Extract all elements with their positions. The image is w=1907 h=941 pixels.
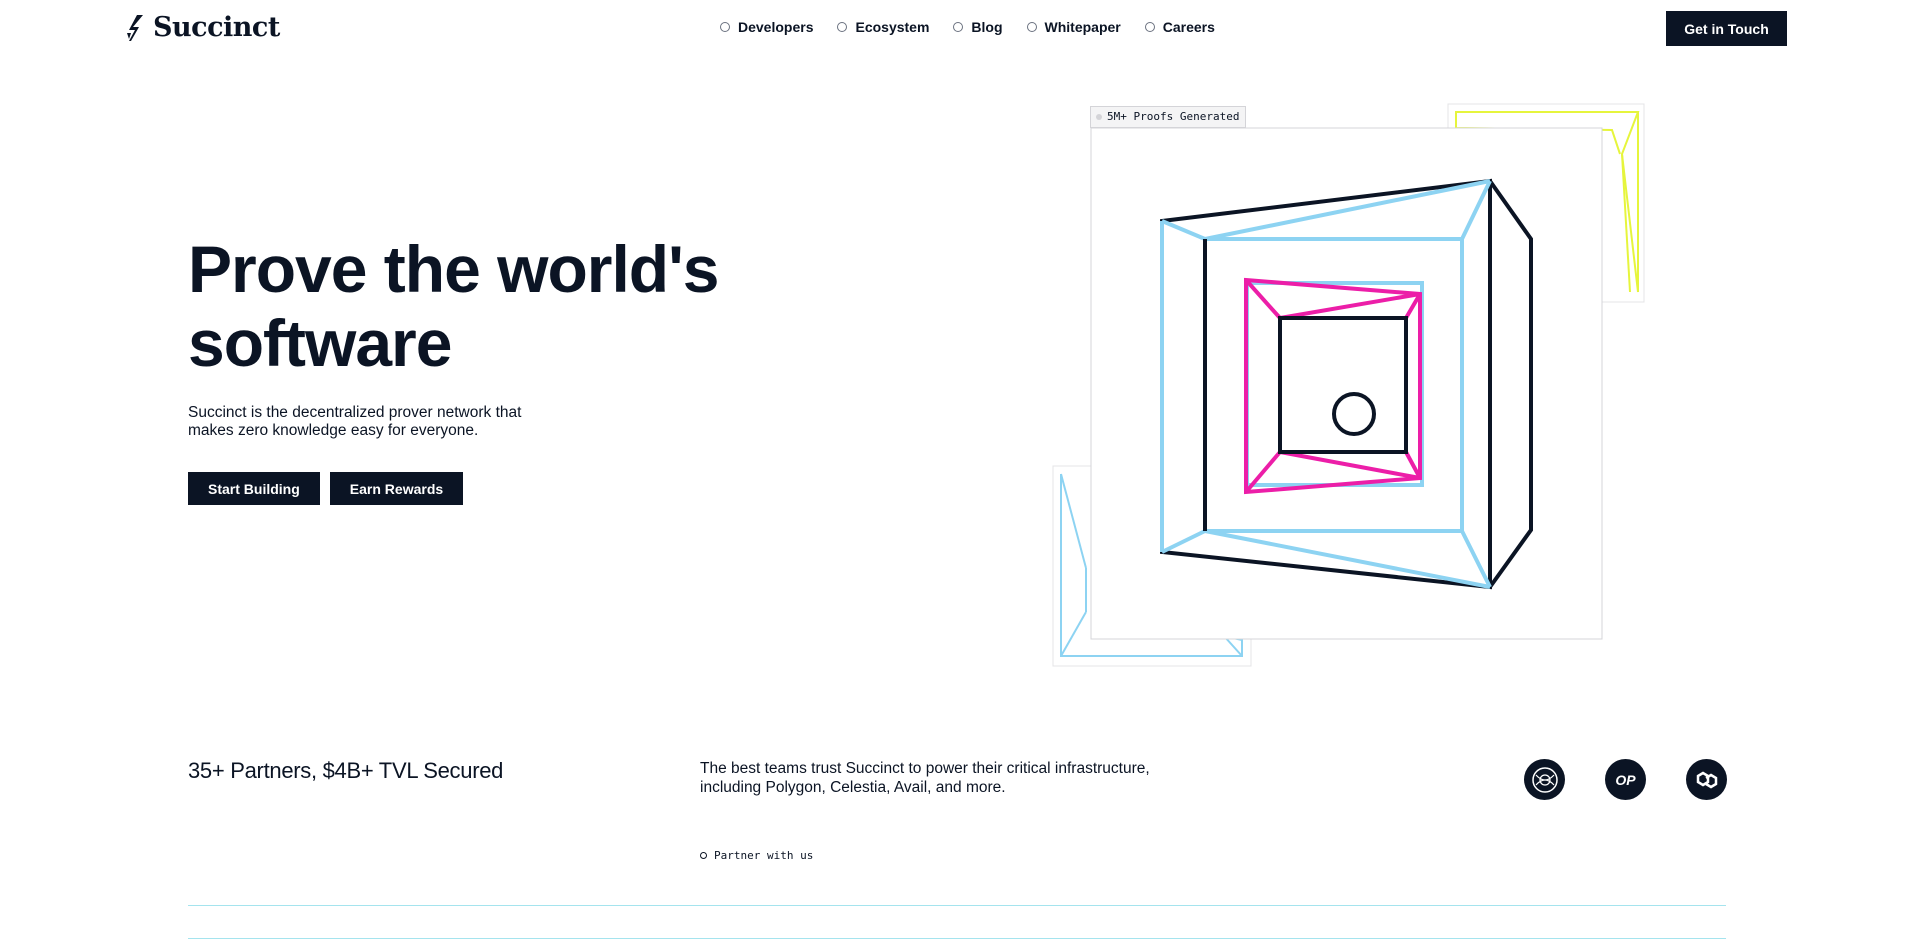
nav-item-developers[interactable]: Developers (720, 19, 813, 35)
status-dot-icon (1096, 114, 1102, 120)
get-in-touch-button[interactable]: Get in Touch (1666, 11, 1787, 46)
hero-title-line1: Prove the world's (188, 232, 719, 306)
celestia-globe-icon (1531, 766, 1558, 793)
start-building-button[interactable]: Start Building (188, 472, 320, 505)
partners-description: The best teams trust Succinct to power t… (700, 760, 1150, 796)
brand-logo[interactable]: Succinct (125, 12, 280, 43)
brand-name: Succinct (153, 12, 280, 43)
nav-label: Careers (1162, 19, 1215, 35)
nav-item-ecosystem[interactable]: Ecosystem (837, 19, 929, 35)
hero-title-line2: software (188, 306, 452, 380)
hero-buttons: Start Building Earn Rewards (188, 472, 464, 505)
circle-icon (837, 22, 848, 32)
earn-rewards-button[interactable]: Earn Rewards (329, 472, 464, 505)
circle-icon (1144, 22, 1155, 32)
nav-label: Ecosystem (855, 19, 930, 35)
polygon-logo-icon[interactable] (1686, 759, 1727, 800)
proofs-badge-label: 5M+ Proofs Generated (1107, 110, 1240, 123)
hero-title: Prove the world's software (188, 232, 788, 380)
nav-label: Blog (971, 19, 1003, 35)
partner-with-us-link[interactable]: Partner with us (700, 849, 813, 862)
partners-title: 35+ Partners, $4B+ TVL Secured (188, 758, 504, 783)
circle-icon (720, 22, 730, 32)
nav-label: Whitepaper (1044, 19, 1121, 35)
circle-icon (953, 22, 964, 32)
section-divider (188, 938, 1726, 939)
partner-link-label: Partner with us (714, 849, 814, 862)
partner-logos: OP (1524, 759, 1727, 800)
main-nav: Developers Ecosystem Blog Whitepaper Car… (720, 19, 1239, 35)
site-header: Succinct Developers Ecosystem Blog White… (0, 0, 1907, 56)
nav-item-careers[interactable]: Careers (1144, 19, 1215, 35)
nav-item-blog[interactable]: Blog (953, 19, 1003, 35)
hero-illustration (1052, 103, 1645, 667)
section-divider (188, 905, 1726, 906)
succinct-logo-icon (127, 14, 143, 41)
circle-icon (1026, 22, 1037, 32)
proofs-badge: 5M+ Proofs Generated (1090, 106, 1247, 128)
circle-icon (700, 852, 707, 859)
nav-label: Developers (738, 19, 814, 35)
optimism-logo-icon[interactable]: OP (1605, 759, 1646, 800)
polygon-hex-icon (1696, 771, 1717, 788)
nav-item-whitepaper[interactable]: Whitepaper (1026, 19, 1121, 35)
celestia-logo-icon[interactable] (1524, 759, 1565, 800)
card-main (1090, 127, 1603, 640)
hero-subtitle: Succinct is the decentralized prover net… (188, 404, 522, 439)
